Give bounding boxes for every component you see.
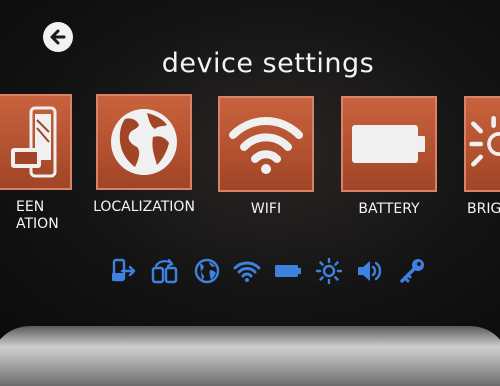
quick-battery[interactable] (274, 258, 302, 284)
tile-label-screen-rotation: EEN ATION (16, 199, 59, 232)
tile-label-localization: LOCALIZATION (93, 199, 195, 215)
battery-icon (275, 265, 301, 277)
tablet-screen-icon (11, 106, 57, 178)
quick-device-orientation[interactable] (151, 258, 179, 284)
tile-label-brightness: BRIG (467, 201, 500, 217)
quick-localization[interactable] (193, 258, 221, 284)
globe-icon (111, 109, 177, 175)
tile-brightness[interactable] (464, 96, 500, 192)
tile-battery[interactable] (341, 96, 437, 192)
quick-brightness[interactable] (315, 258, 343, 284)
battery-icon (352, 125, 425, 163)
device-bezel (0, 326, 500, 386)
globe-icon (194, 258, 220, 284)
tile-screen-rotation[interactable] (0, 94, 72, 190)
volume-icon (358, 261, 382, 281)
key-icon (400, 259, 424, 283)
device-orientation-icon (151, 258, 178, 284)
device-screen: device settings EEN ATION LOCALIZATION W… (0, 0, 500, 340)
screen-rotation-icon (112, 258, 136, 282)
quick-key[interactable] (398, 258, 426, 284)
tile-label-wifi: WIFI (250, 201, 282, 217)
tile-wifi[interactable] (218, 96, 314, 192)
wifi-icon (233, 261, 261, 282)
wifi-icon (229, 117, 303, 174)
brightness-icon (469, 115, 500, 167)
page-title: device settings (161, 48, 375, 79)
quick-volume[interactable] (356, 258, 384, 284)
quick-wifi[interactable] (233, 258, 261, 284)
tile-localization[interactable] (96, 94, 192, 190)
arrow-left-icon (50, 29, 66, 45)
brightness-icon (316, 258, 342, 284)
tile-label-battery: BATTERY (358, 201, 420, 217)
quick-screen-rotation[interactable] (110, 258, 138, 284)
